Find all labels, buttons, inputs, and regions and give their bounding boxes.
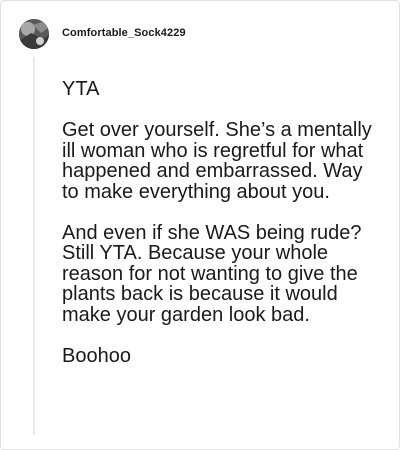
thread-collapse-line[interactable] bbox=[33, 57, 35, 435]
avatar-image bbox=[19, 19, 49, 49]
comment-body: YTA Get over yourself. She’s a mentally … bbox=[62, 79, 380, 387]
comment-paragraph: YTA bbox=[62, 78, 100, 100]
comment-card: Comfortable_Sock4229 YTA Get over yourse… bbox=[0, 0, 400, 450]
comment-paragraph: And even if she WAS being rude? Still YT… bbox=[62, 221, 362, 326]
user-avatar-icon[interactable] bbox=[19, 19, 49, 49]
comment-paragraph: Boohoo bbox=[62, 344, 131, 367]
comment-author-username[interactable]: Comfortable_Sock4229 bbox=[62, 27, 186, 39]
comment-paragraph: Get over yourself. She’s a mentally ill … bbox=[62, 119, 372, 203]
